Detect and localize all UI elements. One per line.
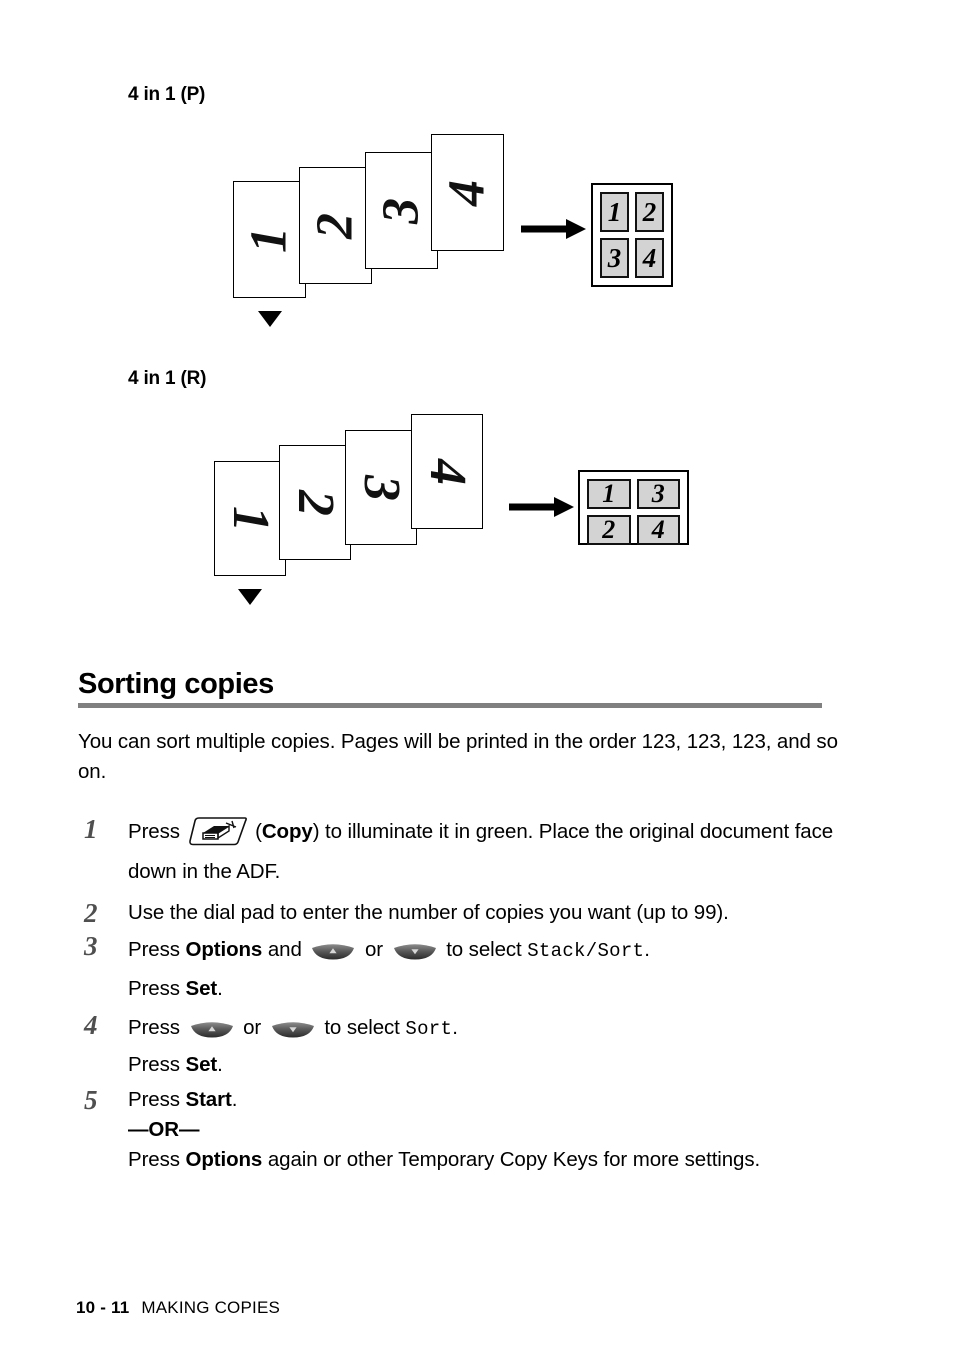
lcd-value-text: Sort — [405, 1018, 453, 1040]
result-cell: 3 — [636, 479, 680, 509]
right-arrow-icon — [509, 494, 574, 520]
result-cell: 1 — [587, 479, 631, 509]
emphasis-text: Options — [185, 1148, 263, 1171]
step-number: 5 — [84, 1085, 98, 1115]
list-item: 3 Press Options and or to select Stack/S… — [84, 931, 864, 1007]
diagram-4in1-r: 1 2 3 4 1 3 2 4 — [0, 0, 954, 640]
emphasis-text: Set — [185, 977, 218, 1000]
intro-paragraph: You can sort multiple copies. Pages will… — [78, 730, 838, 783]
source-sheet: 1 — [214, 461, 286, 576]
emphasis-text: Copy — [261, 820, 313, 843]
source-sheet: 2 — [279, 445, 351, 560]
step-text: Press (Copy) to illuminate it in green. … — [128, 812, 864, 892]
page-footer: 10 - 11 MAKING COPIES — [76, 1298, 280, 1318]
step-number: 3 — [84, 931, 98, 961]
nav-down-key-icon[interactable] — [392, 936, 438, 960]
down-triangle-icon — [238, 589, 262, 605]
nav-down-key-icon[interactable] — [270, 1015, 316, 1038]
result-cell: 2 — [587, 515, 631, 545]
list-item: 2 Use the dial pad to enter the number o… — [84, 898, 864, 928]
result-page-4in1-r: 1 3 2 4 — [578, 470, 689, 545]
source-sheet-number: 3 — [353, 474, 410, 501]
nav-up-key-icon[interactable] — [189, 1015, 235, 1038]
step-text: Press Options and or to select Stack/Sor… — [128, 936, 650, 1000]
emphasis-text: Options — [185, 938, 263, 961]
emphasis-text: Start — [185, 1088, 232, 1111]
list-item: 1 Press (Copy) to illuminate it in green… — [84, 812, 864, 892]
emphasis-text: —OR— — [128, 1118, 200, 1141]
nav-up-key-icon[interactable] — [310, 936, 356, 960]
step-number: 4 — [84, 1010, 98, 1040]
result-cell: 4 — [636, 515, 680, 545]
copy-key-icon[interactable] — [188, 816, 248, 846]
source-sheet: 4 — [411, 414, 483, 529]
list-item: 5 Press Start. —OR— Press Options again or… — [84, 1085, 864, 1175]
footer-chapter: MAKING COPIES — [141, 1298, 281, 1317]
step-number: 2 — [84, 898, 98, 928]
emphasis-text: Set — [185, 1053, 218, 1076]
source-sheet: 3 — [345, 430, 417, 545]
heading-rule — [78, 703, 822, 708]
source-sheet-number: 2 — [287, 489, 344, 516]
source-sheet-number: 4 — [419, 458, 476, 485]
steps-list: 1 Press (Copy) to illuminate it in green… — [84, 812, 864, 1175]
step-text: Press Start. —OR— Press Options again or o… — [128, 1088, 761, 1171]
step-text: Press or to select Sort. Press Set. — [128, 1015, 458, 1076]
step-text: Use the dial pad to enter the number of … — [128, 901, 729, 924]
source-sheet-number: 1 — [222, 505, 279, 532]
footer-page-number: 10 - 11 — [76, 1298, 130, 1317]
lcd-value-text: Stack/Sort — [527, 940, 645, 962]
page-title: Sorting copies — [78, 668, 274, 700]
step-number: 1 — [84, 814, 98, 844]
list-item: 4 Press or to select Sort. Press Set. — [84, 1010, 864, 1082]
